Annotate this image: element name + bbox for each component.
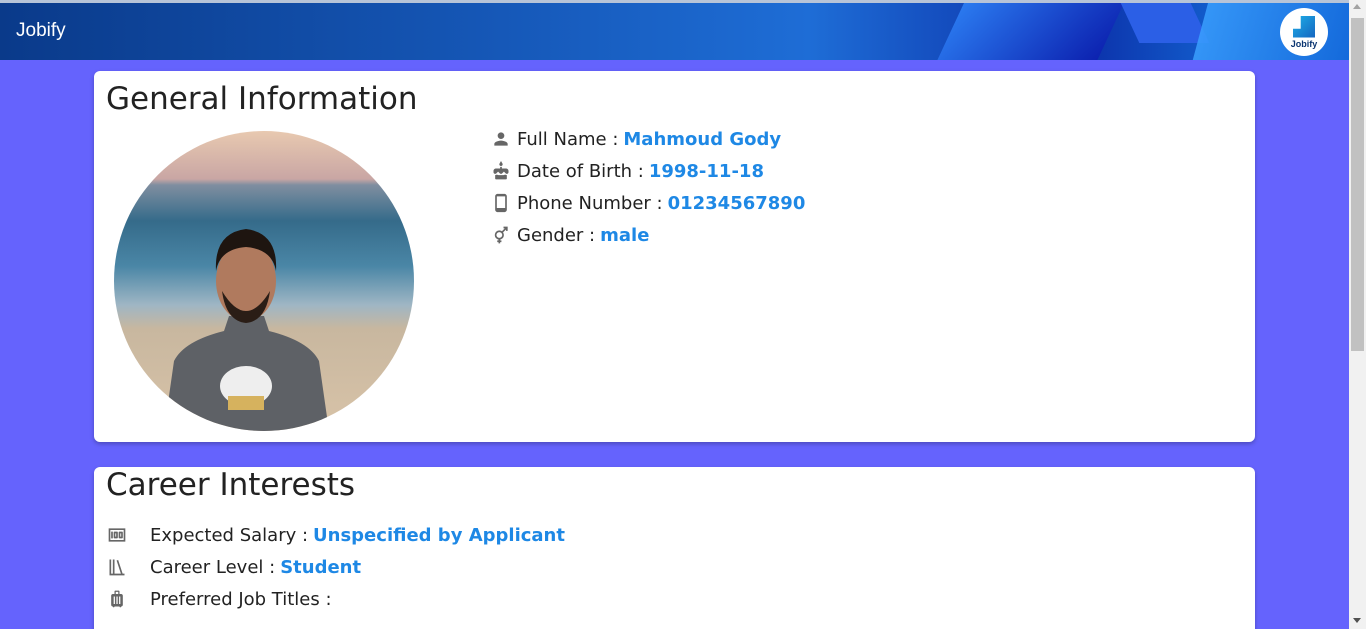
header-decoration (1120, 3, 1210, 43)
person-icon (490, 128, 512, 150)
person-silhouette (164, 229, 329, 431)
info-row-gender: Gender : male (490, 219, 805, 251)
app-title[interactable]: Jobify (16, 20, 66, 42)
header-decoration (936, 3, 1124, 60)
info-row-full-name: Full Name : Mahmoud Gody (490, 123, 805, 155)
expected-salary-label: Expected Salary : (150, 524, 309, 546)
phone-number-value: 01234567890 (667, 192, 806, 214)
full-name-value: Mahmoud Gody (623, 128, 782, 150)
info-row-preferred-job-titles: Preferred Job Titles : (106, 583, 565, 615)
card-title: Career Interests (106, 467, 356, 503)
career-level-value: Student (280, 556, 362, 578)
date-of-birth-label: Date of Birth : (517, 160, 644, 182)
profile-photo (114, 131, 414, 431)
career-level-label: Career Level : (150, 556, 276, 578)
general-information-card: General Information Full Name : Mahmoud … (94, 71, 1255, 442)
gender-icon (490, 224, 512, 246)
info-row-phone-number: Phone Number : 01234567890 (490, 187, 805, 219)
info-row-expected-salary: Expected Salary : Unspecified by Applica… (106, 519, 565, 551)
card-title: General Information (106, 81, 418, 117)
career-interests-card: Career Interests Expected Salary : Unspe… (94, 467, 1255, 629)
page-scrollbar[interactable] (1349, 0, 1366, 629)
logo-text: Jobify (1290, 38, 1318, 49)
general-info-list: Full Name : Mahmoud Gody Date of Birth :… (490, 123, 805, 251)
career-info-list: Expected Salary : Unspecified by Applica… (106, 519, 565, 615)
books-icon (106, 556, 128, 578)
scrollbar-thumb[interactable] (1351, 18, 1364, 351)
full-name-label: Full Name : (517, 128, 619, 150)
app-header: Jobify Jobify (0, 0, 1349, 60)
cake-icon (490, 160, 512, 182)
gender-value: male (600, 224, 650, 246)
phone-number-label: Phone Number : (517, 192, 663, 214)
info-row-date-of-birth: Date of Birth : 1998-11-18 (490, 155, 805, 187)
briefcase-icon (106, 588, 128, 610)
money-icon (106, 524, 128, 546)
expected-salary-value: Unspecified by Applicant (313, 524, 565, 546)
jobify-logo[interactable]: Jobify (1280, 8, 1328, 56)
logo-mark-icon (1293, 15, 1315, 38)
info-row-career-level: Career Level : Student (106, 551, 565, 583)
date-of-birth-value: 1998-11-18 (648, 160, 764, 182)
gender-label: Gender : (517, 224, 596, 246)
phone-icon (490, 192, 512, 214)
scroll-up-icon[interactable] (1353, 4, 1361, 9)
preferred-job-titles-label: Preferred Job Titles : (150, 588, 332, 610)
scroll-down-icon[interactable] (1353, 618, 1361, 623)
